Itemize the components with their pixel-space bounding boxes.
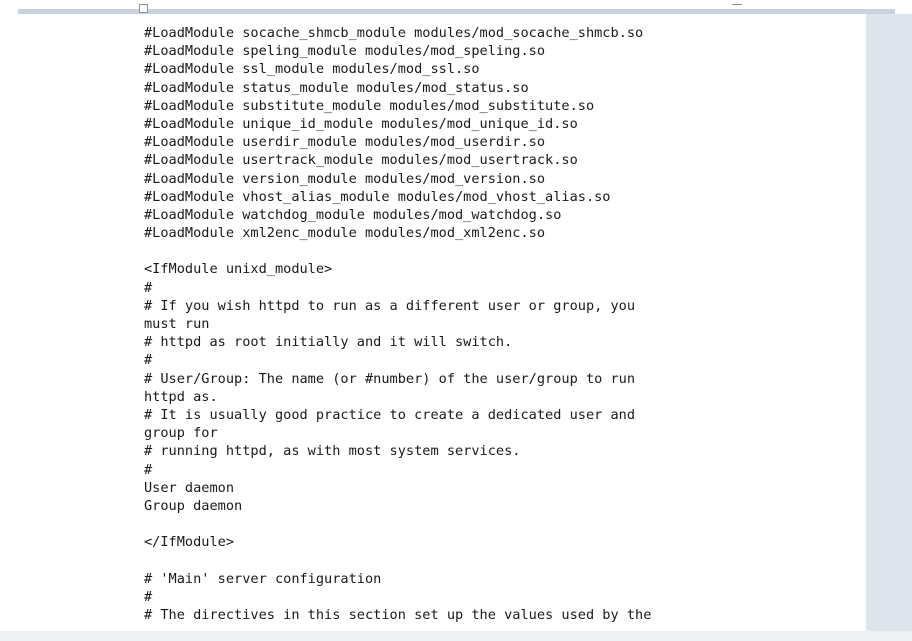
config-line: #LoadModule version_module modules/mod_v… [144, 170, 546, 187]
config-line: #LoadModule speling_module modules/mod_s… [144, 43, 546, 60]
text-editor-window: #LoadModule socache_shmcb_module modules… [0, 0, 912, 641]
minimize-icon[interactable] [732, 4, 742, 5]
config-line: # If you wish httpd to run as a differen… [144, 297, 636, 314]
config-line: #LoadModule usertrack_module modules/mod… [144, 152, 578, 169]
config-line: # User/Group: The name (or #number) of t… [144, 370, 636, 387]
config-line: # The directives in this section set up … [144, 607, 652, 623]
config-line: group for [144, 425, 218, 442]
left-margin [0, 14, 18, 634]
config-line: #LoadModule status_module modules/mod_st… [144, 79, 529, 96]
config-line: #LoadModule socache_shmcb_module modules… [144, 25, 644, 41]
config-line: #LoadModule userdir_module modules/mod_u… [144, 134, 546, 151]
config-line: #LoadModule ssl_module modules/mod_ssl.s… [144, 61, 480, 78]
config-line: # running httpd, as with most system ser… [144, 443, 521, 460]
document-page[interactable]: #LoadModule socache_shmcb_module modules… [18, 14, 866, 631]
config-line [144, 242, 651, 260]
config-line: #LoadModule substitute_module modules/mo… [144, 97, 595, 114]
config-line [144, 551, 651, 569]
config-line: #LoadModule xml2enc_module modules/mod_x… [144, 225, 546, 242]
config-line: must run [144, 316, 210, 332]
config-line: # [144, 279, 153, 296]
config-line: # 'Main' server configuration [144, 570, 382, 587]
config-line: Group daemon [144, 497, 243, 514]
config-line: #LoadModule unique_id_module modules/mod… [144, 115, 578, 132]
config-line: # [144, 588, 153, 605]
config-line: </IfModule> [144, 534, 235, 551]
config-text-area[interactable]: #LoadModule socache_shmcb_module modules… [144, 24, 651, 624]
config-line: httpd as. [144, 388, 218, 405]
config-line: #LoadModule watchdog_module modules/mod_… [144, 206, 562, 223]
config-line: <IfModule unixd_module> [144, 261, 333, 278]
config-line: User daemon [144, 479, 235, 496]
horizontal-scroll-track[interactable] [0, 631, 912, 641]
config-line [144, 515, 651, 533]
config-line: # It is usually good practice to create … [144, 406, 636, 423]
vertical-scroll-track[interactable] [866, 14, 912, 631]
config-line: # [144, 461, 153, 478]
config-line: #LoadModule vhost_alias_module modules/m… [144, 188, 611, 205]
config-line: # httpd as root initially and it will sw… [144, 334, 513, 351]
checkbox-icon[interactable] [139, 4, 148, 13]
config-line: # [144, 352, 153, 369]
